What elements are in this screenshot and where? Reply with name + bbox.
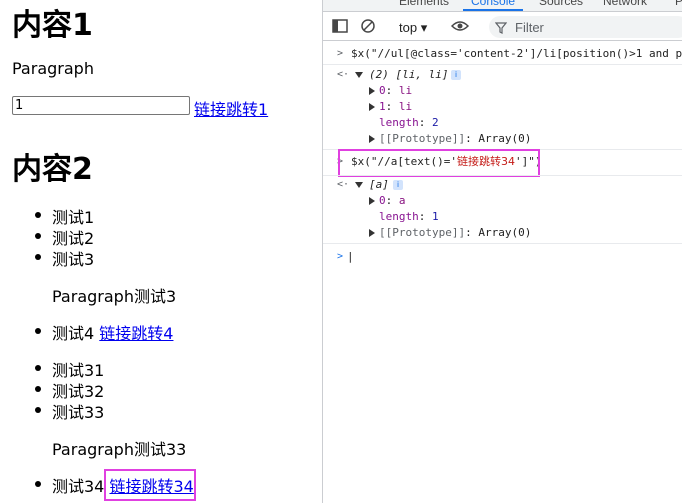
info-icon: i — [393, 180, 403, 190]
filter-icon — [495, 22, 507, 34]
result-1-summary: (2) [li, li] — [369, 68, 449, 81]
collapse-triangle-icon[interactable] — [369, 103, 375, 111]
list-item-test34-label: 测试34 — [52, 477, 105, 496]
collapse-triangle-icon[interactable] — [369, 135, 375, 143]
divider — [323, 64, 682, 65]
highlight-box-link34 — [104, 469, 196, 501]
active-tab-indicator — [463, 9, 523, 11]
live-expression-eye-icon[interactable] — [451, 17, 469, 35]
console-command-1: $x("//ul[@class='content-2']/li[position… — [351, 47, 682, 60]
result-2-summary: [a] — [369, 178, 389, 191]
paragraph-1: Paragraph — [12, 59, 94, 78]
prototype-key: [[Prototype]] — [379, 132, 466, 145]
context-select-value: top — [399, 20, 418, 35]
context-select[interactable]: top ▾ — [399, 20, 427, 36]
output-return-icon: <· — [337, 69, 350, 80]
item-0-value: li — [398, 84, 413, 97]
prompt-chevron-icon: > — [337, 251, 344, 262]
item-1-key: 1 — [379, 100, 386, 113]
expand-triangle-icon[interactable] — [355, 182, 363, 188]
prompt-caret: | — [347, 250, 354, 263]
highlight-box-command — [338, 149, 540, 177]
console-toolbar: top ▾ Filter — [323, 12, 682, 41]
tab-elements[interactable]: Elements — [399, 0, 449, 8]
tab-sources[interactable]: Sources — [539, 0, 583, 8]
filter-placeholder: Filter — [515, 20, 544, 35]
tab-console[interactable]: Console — [471, 0, 515, 8]
length-key: length — [379, 210, 419, 223]
divider — [323, 243, 682, 244]
output-return-icon: <· — [337, 179, 350, 190]
link-jump1[interactable]: 链接跳转1 — [194, 100, 268, 119]
length-value: 1 — [432, 210, 439, 223]
item-0-key: 0 — [379, 194, 386, 207]
input-chevron-icon: > — [337, 48, 344, 59]
divider — [323, 175, 682, 176]
tab-performance[interactable]: Pe — [675, 0, 682, 8]
paragraph-test3: Paragraph测试3 — [52, 287, 177, 306]
collapse-triangle-icon[interactable] — [369, 197, 375, 205]
heading-content1: 内容1 — [12, 8, 93, 43]
sidebar-toggle-icon[interactable] — [331, 17, 349, 35]
paragraph-test33: Paragraph测试33 — [52, 440, 187, 459]
item-1-value: li — [398, 100, 413, 113]
devtools-tab-bar: Elements Console Sources Network Pe — [323, 0, 682, 12]
list-item-test3: 测试3 — [34, 246, 94, 270]
list-item-test4-label: 测试4 — [52, 324, 95, 343]
collapse-triangle-icon[interactable] — [369, 87, 375, 95]
heading-content2: 内容2 — [12, 152, 93, 187]
item-0-key: 0 — [379, 84, 386, 97]
tab-network[interactable]: Network — [603, 0, 647, 8]
info-icon: i — [451, 70, 461, 80]
prototype-key: [[Prototype]] — [379, 226, 466, 239]
expand-triangle-icon[interactable] — [355, 72, 363, 78]
prototype-value: Array(0) — [478, 132, 532, 145]
chevron-down-icon: ▾ — [420, 20, 428, 35]
length-value: 2 — [432, 116, 439, 129]
collapse-triangle-icon[interactable] — [369, 229, 375, 237]
clear-console-icon[interactable] — [359, 17, 377, 35]
prototype-value: Array(0) — [478, 226, 532, 239]
list-item-test4: 测试4 链接跳转4 — [34, 320, 173, 344]
link-jump4[interactable]: 链接跳转4 — [99, 324, 173, 343]
list-item-test33: 测试33 — [34, 399, 104, 423]
web-page: 内容1 Paragraph 链接跳转1 内容2 测试1 测试2 测试3 Para… — [0, 0, 322, 503]
item-0-value: a — [398, 194, 406, 207]
text-input[interactable] — [12, 96, 190, 115]
devtools-panel: Elements Console Sources Network Pe top … — [322, 0, 682, 503]
length-key: length — [379, 116, 419, 129]
